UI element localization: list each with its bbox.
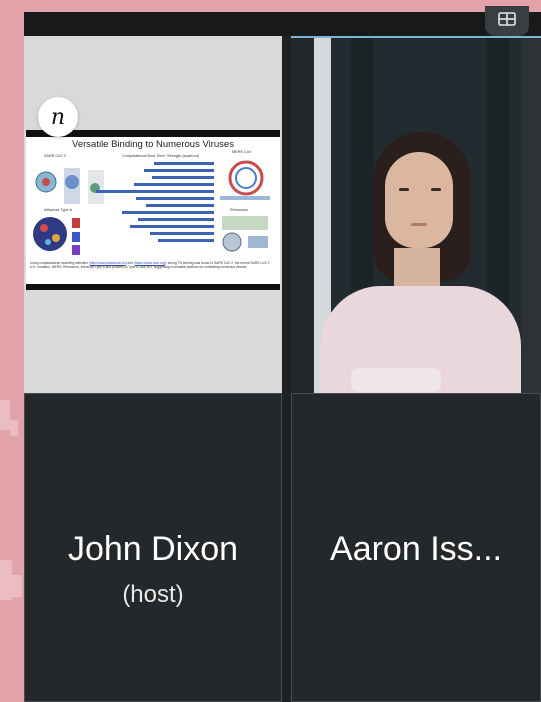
participant-name: John Dixon xyxy=(67,530,239,568)
logo-glyph: n xyxy=(50,104,66,130)
influenza-virus-illustration xyxy=(33,217,80,255)
slide-label-rhinovirus: Rhinovirus xyxy=(230,208,248,212)
person-eye xyxy=(431,188,441,191)
chart-bar xyxy=(138,218,214,221)
chart-bar xyxy=(134,183,214,186)
chart-bar xyxy=(144,169,214,172)
slide-label-chart: Computational Bind Time* Strength (kcal/… xyxy=(122,154,199,158)
rhinovirus-illustration xyxy=(222,216,268,252)
chart-bar xyxy=(136,197,214,200)
participant-name-block: John Dixon (host) xyxy=(25,529,281,611)
participant-name: Aaron Iss... xyxy=(330,530,502,568)
chart-bar xyxy=(122,211,214,214)
background-pixel xyxy=(12,575,22,597)
grid-view-icon xyxy=(498,11,516,31)
video-desk xyxy=(351,368,441,392)
participant-tile-john[interactable]: John Dixon (host) xyxy=(24,393,282,702)
chart-bar xyxy=(150,232,214,235)
top-bar xyxy=(24,12,541,36)
background-pixel xyxy=(0,400,10,430)
person-mouth xyxy=(411,223,427,226)
chart-bar xyxy=(96,190,214,193)
participant-video-tile[interactable] xyxy=(291,36,541,396)
slide-caption: Using computational modeling websites (h… xyxy=(30,261,276,269)
slide-label-mers: MERS CoV xyxy=(232,150,252,154)
layout-toggle-button[interactable] xyxy=(485,6,529,36)
mers-virus-illustration xyxy=(220,160,270,200)
slide-title: Versatile Binding to Numerous Viruses xyxy=(72,139,234,150)
person-face xyxy=(385,152,453,248)
participant-role: (host) xyxy=(122,581,184,608)
participant-tile-aaron[interactable]: Aaron Iss... xyxy=(291,393,541,702)
shared-screen-tile[interactable]: Versatile Binding to Numerous Viruses SA… xyxy=(24,36,282,394)
chart-bar xyxy=(146,204,214,207)
background-pixel xyxy=(0,560,12,600)
chart-bar xyxy=(152,176,214,179)
chart-bar xyxy=(158,239,214,242)
presentation-slide: Versatile Binding to Numerous Viruses SA… xyxy=(26,130,280,290)
sars-virus-illustration xyxy=(35,168,104,204)
person-eye xyxy=(399,188,409,191)
meeting-window: Versatile Binding to Numerous Viruses SA… xyxy=(24,6,541,702)
chart-bar xyxy=(154,162,214,165)
participant-name-block: Aaron Iss... xyxy=(292,529,540,569)
chart-bar xyxy=(130,225,214,228)
background-pixel xyxy=(10,420,18,436)
slide-bottom-bar xyxy=(26,284,280,290)
presenter-logo: n xyxy=(38,97,78,137)
slide-label-sars: SARS CoV 2 xyxy=(44,154,66,158)
